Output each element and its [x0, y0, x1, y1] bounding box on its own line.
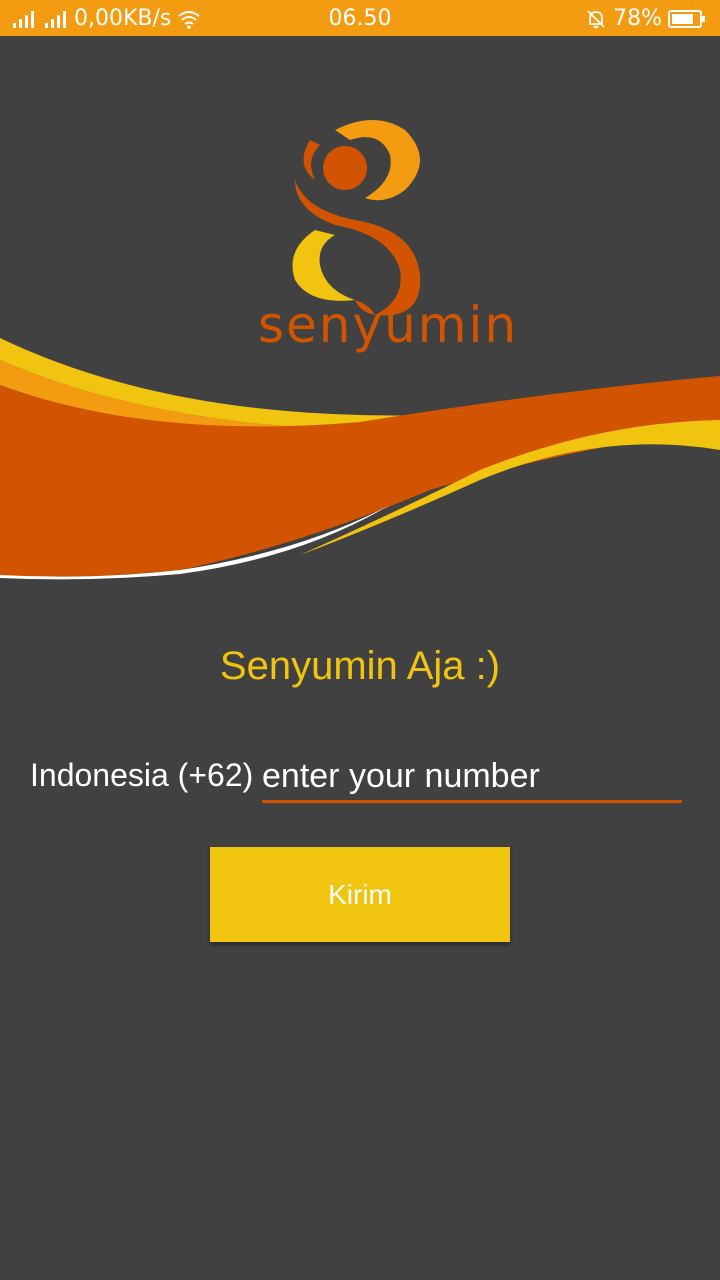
country-code-label: Indonesia (+62) — [30, 757, 254, 793]
send-button[interactable]: Kirim — [210, 847, 510, 942]
status-bar: 0,00KB/s 06.50 78% — [0, 0, 720, 36]
battery-percent: 78% — [613, 6, 662, 31]
tagline: Senyumin Aja :) — [219, 644, 501, 688]
phone-entry-row: Indonesia (+62) — [30, 752, 682, 808]
bell-muted-icon — [585, 8, 607, 30]
status-right-group: 78% — [585, 6, 706, 31]
battery-icon — [668, 9, 706, 29]
login-screen: 0,00KB/s 06.50 78% senyumin Senyumin Aja… — [0, 0, 720, 1280]
wave-decoration — [0, 338, 720, 580]
phone-number-input[interactable] — [262, 752, 682, 803]
